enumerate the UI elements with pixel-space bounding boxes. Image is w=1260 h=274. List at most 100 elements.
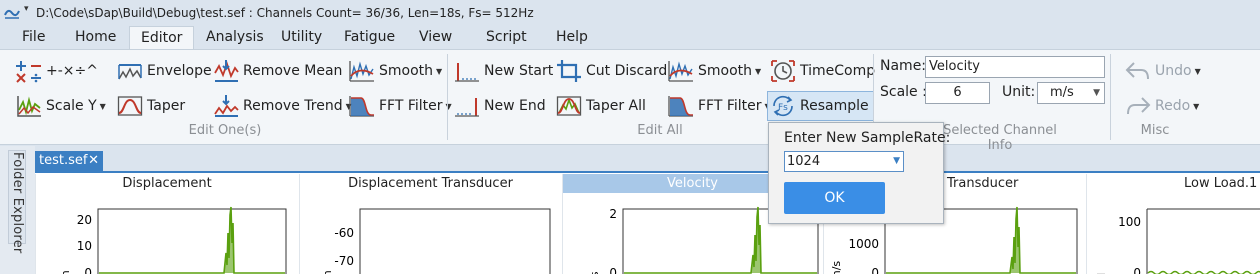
timecomp-label: TimeComp bbox=[800, 63, 876, 79]
math-operations-button[interactable]: +-×÷^ bbox=[16, 58, 98, 84]
smooth-one-button[interactable]: Smooth ▼ bbox=[349, 58, 442, 84]
chevron-down-icon: ▼ bbox=[1093, 88, 1100, 98]
smooth-icon bbox=[668, 61, 693, 82]
crop-icon bbox=[557, 60, 581, 82]
cut-discard-button[interactable]: Cut Discard bbox=[556, 58, 667, 84]
scale-y-icon bbox=[17, 96, 41, 117]
chevron-down-icon[interactable]: ▼ bbox=[893, 152, 900, 171]
new-start-button[interactable]: New Start bbox=[454, 58, 553, 84]
document-tab[interactable]: test.sef ✕ bbox=[35, 151, 103, 171]
ok-button[interactable]: OK bbox=[784, 182, 885, 214]
new-start-label: New Start bbox=[484, 63, 554, 79]
smooth-icon bbox=[349, 61, 374, 82]
remove-mean-button[interactable]: Remove Mean bbox=[213, 58, 342, 84]
ytick-label: 0 bbox=[871, 266, 879, 274]
ytick-label: 0 bbox=[1133, 266, 1141, 274]
tab-home[interactable]: Home bbox=[64, 26, 127, 50]
name-label: Name: bbox=[880, 58, 927, 74]
chevron-down-icon: ▼ bbox=[755, 66, 762, 76]
edit-one-group-label: Edit One(s) bbox=[188, 123, 262, 138]
new-start-icon bbox=[455, 63, 479, 82]
tab-editor[interactable]: Editor bbox=[129, 26, 195, 50]
tab-file[interactable]: File bbox=[11, 26, 56, 50]
ytick-label: -60 bbox=[334, 226, 354, 240]
resample-button[interactable]: Fs Resample bbox=[767, 91, 874, 121]
ytick-label: 1000 bbox=[848, 237, 879, 251]
channel-name-input[interactable]: Velocity bbox=[925, 56, 1105, 78]
taper-all-button[interactable]: Taper All bbox=[556, 93, 646, 119]
tab-utility[interactable]: Utility bbox=[270, 26, 333, 50]
taper-all-icon bbox=[556, 96, 582, 116]
svg-text:Fs: Fs bbox=[778, 103, 788, 113]
scale-input[interactable]: 6 bbox=[925, 82, 990, 104]
chevron-down-icon: ▼ bbox=[1194, 66, 1201, 76]
tab-help[interactable]: Help bbox=[545, 26, 599, 50]
remove-trend-button[interactable]: Remove Trend ▼ bbox=[213, 93, 352, 119]
ylabel: m/s bbox=[830, 261, 843, 274]
panel-title: Displacement Transducer bbox=[348, 176, 513, 191]
signal-trace bbox=[99, 206, 285, 274]
channel-info-group-label: Selected Channel Info bbox=[943, 123, 1057, 153]
fft-filter-all-button[interactable]: FFT Filter ▼ bbox=[668, 93, 771, 119]
ylabel: m bbox=[59, 270, 72, 274]
tab-script[interactable]: Script bbox=[475, 26, 538, 50]
close-icon[interactable]: ✕ bbox=[88, 151, 99, 170]
remove-trend-label: Remove Trend bbox=[243, 98, 343, 114]
chevron-down-icon: ▼ bbox=[1193, 101, 1200, 111]
undo-icon bbox=[1125, 62, 1149, 80]
ytick-label: 2 bbox=[609, 207, 617, 221]
timecomp-icon bbox=[771, 60, 795, 82]
resample-popup: Enter New SampleRate: 1024 ▼ OK bbox=[768, 122, 950, 224]
panel-title: Displacement bbox=[122, 176, 212, 191]
ylabel: m bbox=[321, 270, 334, 274]
chevron-down-icon: ▼ bbox=[99, 101, 106, 111]
channel-plot: 100 0 N bbox=[1095, 208, 1260, 274]
new-end-icon bbox=[455, 98, 479, 117]
new-end-button[interactable]: New End bbox=[454, 93, 546, 119]
redo-button[interactable]: Redo ▼ bbox=[1125, 93, 1199, 119]
quick-access-dropdown[interactable]: ▾ bbox=[24, 4, 29, 14]
channel-panel-displacement[interactable]: Displacement 20 10 0 m bbox=[35, 174, 298, 274]
channel-plot: -60 -70 m bbox=[321, 208, 551, 274]
channel-panel-low-load-1[interactable]: Low Load.1 100 0 N bbox=[1086, 174, 1260, 274]
smooth-all-label: Smooth bbox=[698, 63, 753, 79]
undo-button[interactable]: Undo ▼ bbox=[1125, 58, 1201, 84]
scale-y-label: Scale Y bbox=[46, 98, 97, 114]
tab-view[interactable]: View bbox=[408, 26, 463, 50]
group-separator bbox=[1110, 54, 1111, 140]
ytick-label: -70 bbox=[334, 254, 354, 268]
edit-all-group-label: Edit All bbox=[637, 123, 683, 138]
smooth-all-button[interactable]: Smooth ▼ bbox=[668, 58, 761, 84]
math-label: +-×÷^ bbox=[46, 63, 98, 79]
scale-label: Scale : bbox=[880, 84, 927, 100]
remove-mean-icon bbox=[214, 60, 239, 82]
ytick-label: 10 bbox=[77, 239, 92, 253]
scale-y-button[interactable]: Scale Y ▼ bbox=[16, 93, 106, 119]
fft-filter-all-label: FFT Filter bbox=[698, 98, 762, 114]
fft-filter-one-button[interactable]: FFT Filter ▼ bbox=[349, 93, 452, 119]
math-icon bbox=[16, 61, 41, 83]
taper-button[interactable]: Taper bbox=[117, 93, 185, 119]
folder-explorer-label: Folder Explorer bbox=[10, 152, 25, 254]
envelope-button[interactable]: Envelope bbox=[117, 58, 212, 84]
remove-mean-label: Remove Mean bbox=[243, 63, 343, 79]
tab-fatigue[interactable]: Fatigue bbox=[333, 26, 406, 50]
window-title: D:\Code\sDap\Build\Debug\test.sef : Chan… bbox=[36, 6, 534, 20]
samplerate-value: 1024 bbox=[787, 154, 821, 169]
timecomp-button[interactable]: TimeComp bbox=[770, 58, 875, 84]
ribbon: +-×÷^ Scale Y ▼ Envelope Taper Remove Me… bbox=[0, 49, 1260, 153]
group-separator bbox=[447, 54, 448, 140]
resample-icon: Fs bbox=[773, 95, 793, 117]
unit-label: Unit: bbox=[1002, 84, 1036, 100]
remove-trend-icon bbox=[214, 95, 239, 117]
channel-panel-displacement-transducer[interactable]: Displacement Transducer -60 -70 m bbox=[299, 174, 561, 274]
cut-discard-label: Cut Discard bbox=[586, 63, 668, 79]
misc-group-label: Misc bbox=[1140, 123, 1170, 138]
title-bar: ▾ D:\Code\sDap\Build\Debug\test.sef : Ch… bbox=[0, 0, 1260, 26]
samplerate-combobox[interactable]: 1024 ▼ bbox=[784, 151, 904, 172]
unit-value: m/s bbox=[1050, 85, 1074, 100]
redo-label: Redo bbox=[1155, 98, 1191, 114]
unit-select[interactable]: m/s ▼ bbox=[1037, 82, 1105, 104]
resample-label: Resample bbox=[800, 98, 869, 114]
tab-analysis[interactable]: Analysis bbox=[195, 26, 275, 50]
